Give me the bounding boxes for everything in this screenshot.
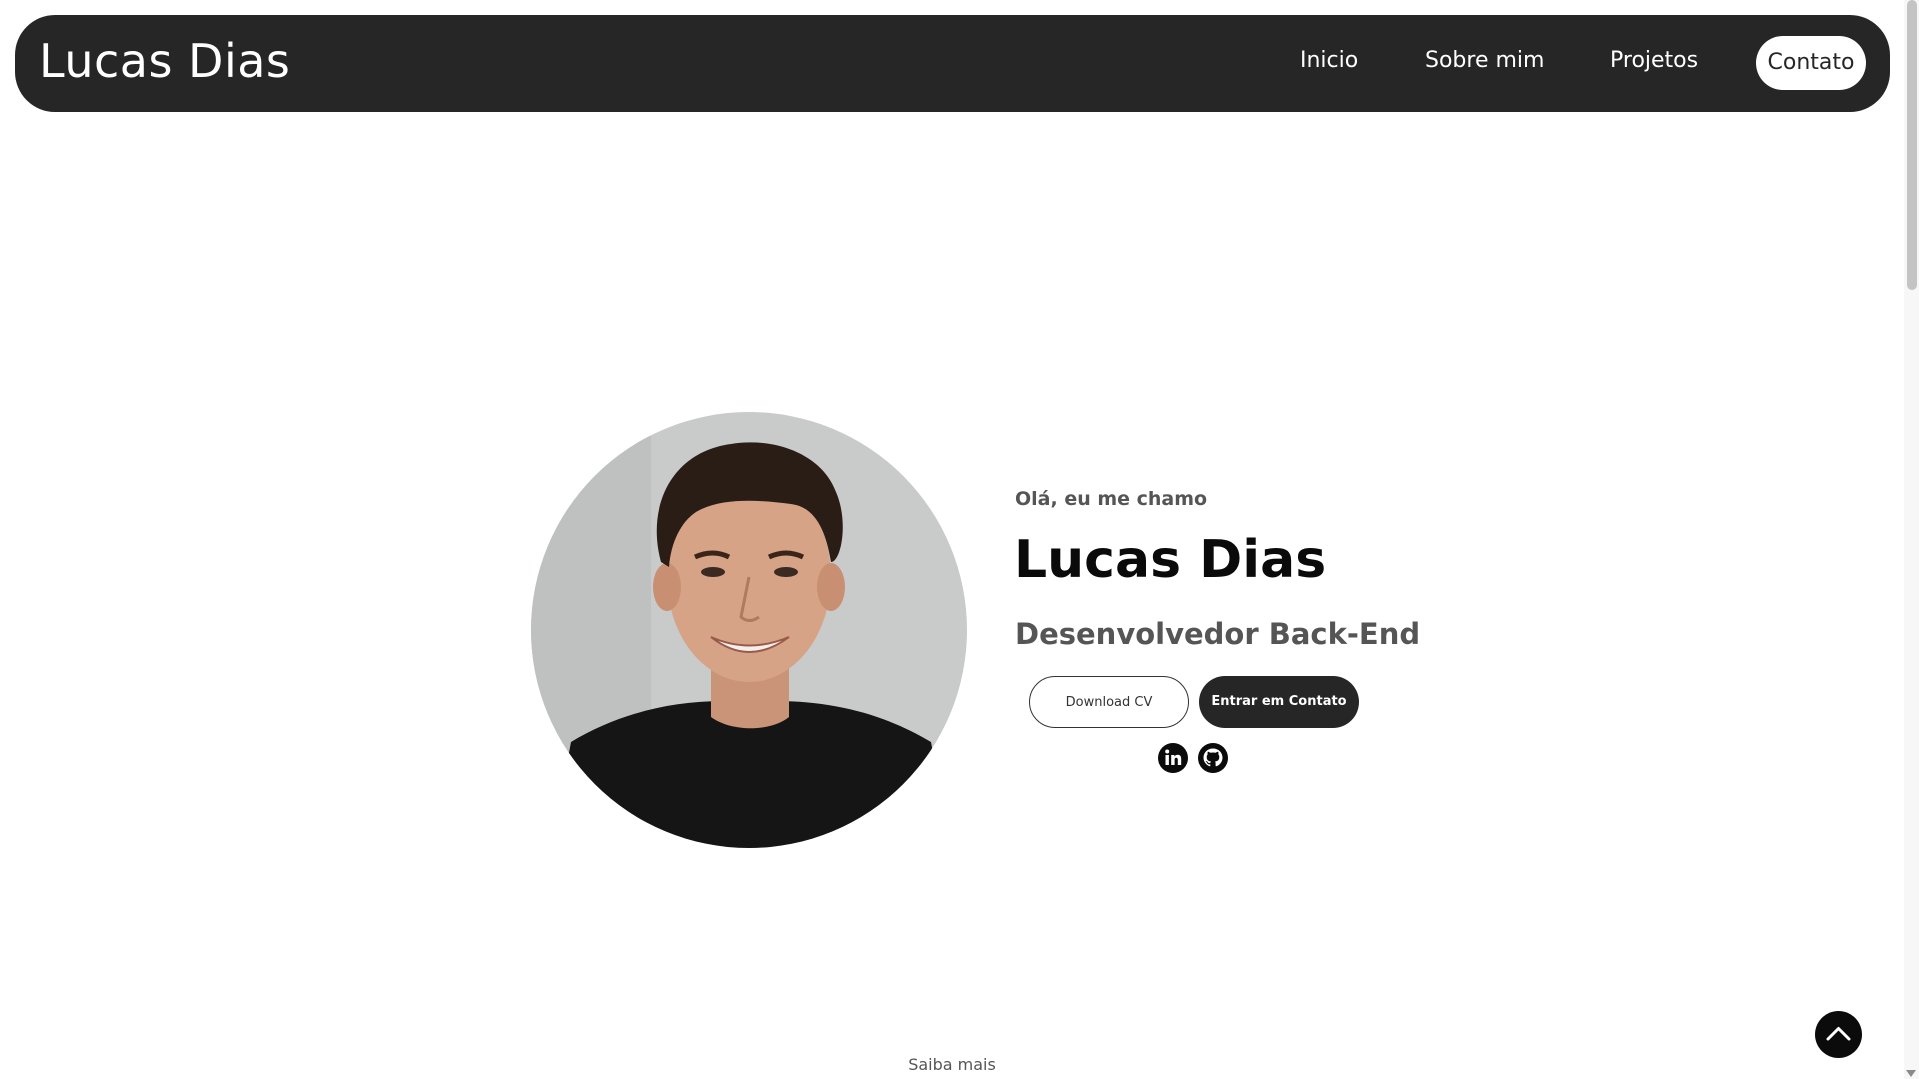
navbar: Lucas Dias Inicio Sobre mim Projetos Con… (15, 15, 1890, 112)
nav-link-projetos[interactable]: Projetos (1610, 45, 1698, 77)
contact-button[interactable]: Entrar em Contato (1199, 676, 1359, 728)
scrollbar-thumb[interactable] (1907, 0, 1917, 290)
nav-link-sobre-mim[interactable]: Sobre mim (1425, 45, 1544, 77)
nav-link-contato[interactable]: Contato (1756, 36, 1866, 90)
linkedin-icon[interactable] (1157, 742, 1189, 774)
saiba-mais-link[interactable]: Saiba mais (0, 1055, 1904, 1074)
chevron-up-icon (1826, 1027, 1851, 1041)
profile-photo (531, 412, 967, 848)
page: Lucas Dias Inicio Sobre mim Projetos Con… (0, 0, 1919, 1079)
brand-logo[interactable]: Lucas Dias (39, 33, 290, 89)
github-icon[interactable] (1197, 742, 1229, 774)
download-cv-button[interactable]: Download CV (1029, 676, 1189, 728)
hero-greeting: Olá, eu me chamo (1015, 488, 1208, 510)
scroll-down-arrow-icon[interactable] (1906, 1070, 1916, 1077)
hero-role: Desenvolvedor Back-End (1015, 617, 1421, 651)
nav-link-inicio[interactable]: Inicio (1300, 45, 1358, 77)
hero-name: Lucas Dias (1014, 530, 1327, 590)
scrollbar[interactable] (1904, 0, 1919, 1079)
back-to-top-button[interactable] (1815, 1011, 1862, 1058)
